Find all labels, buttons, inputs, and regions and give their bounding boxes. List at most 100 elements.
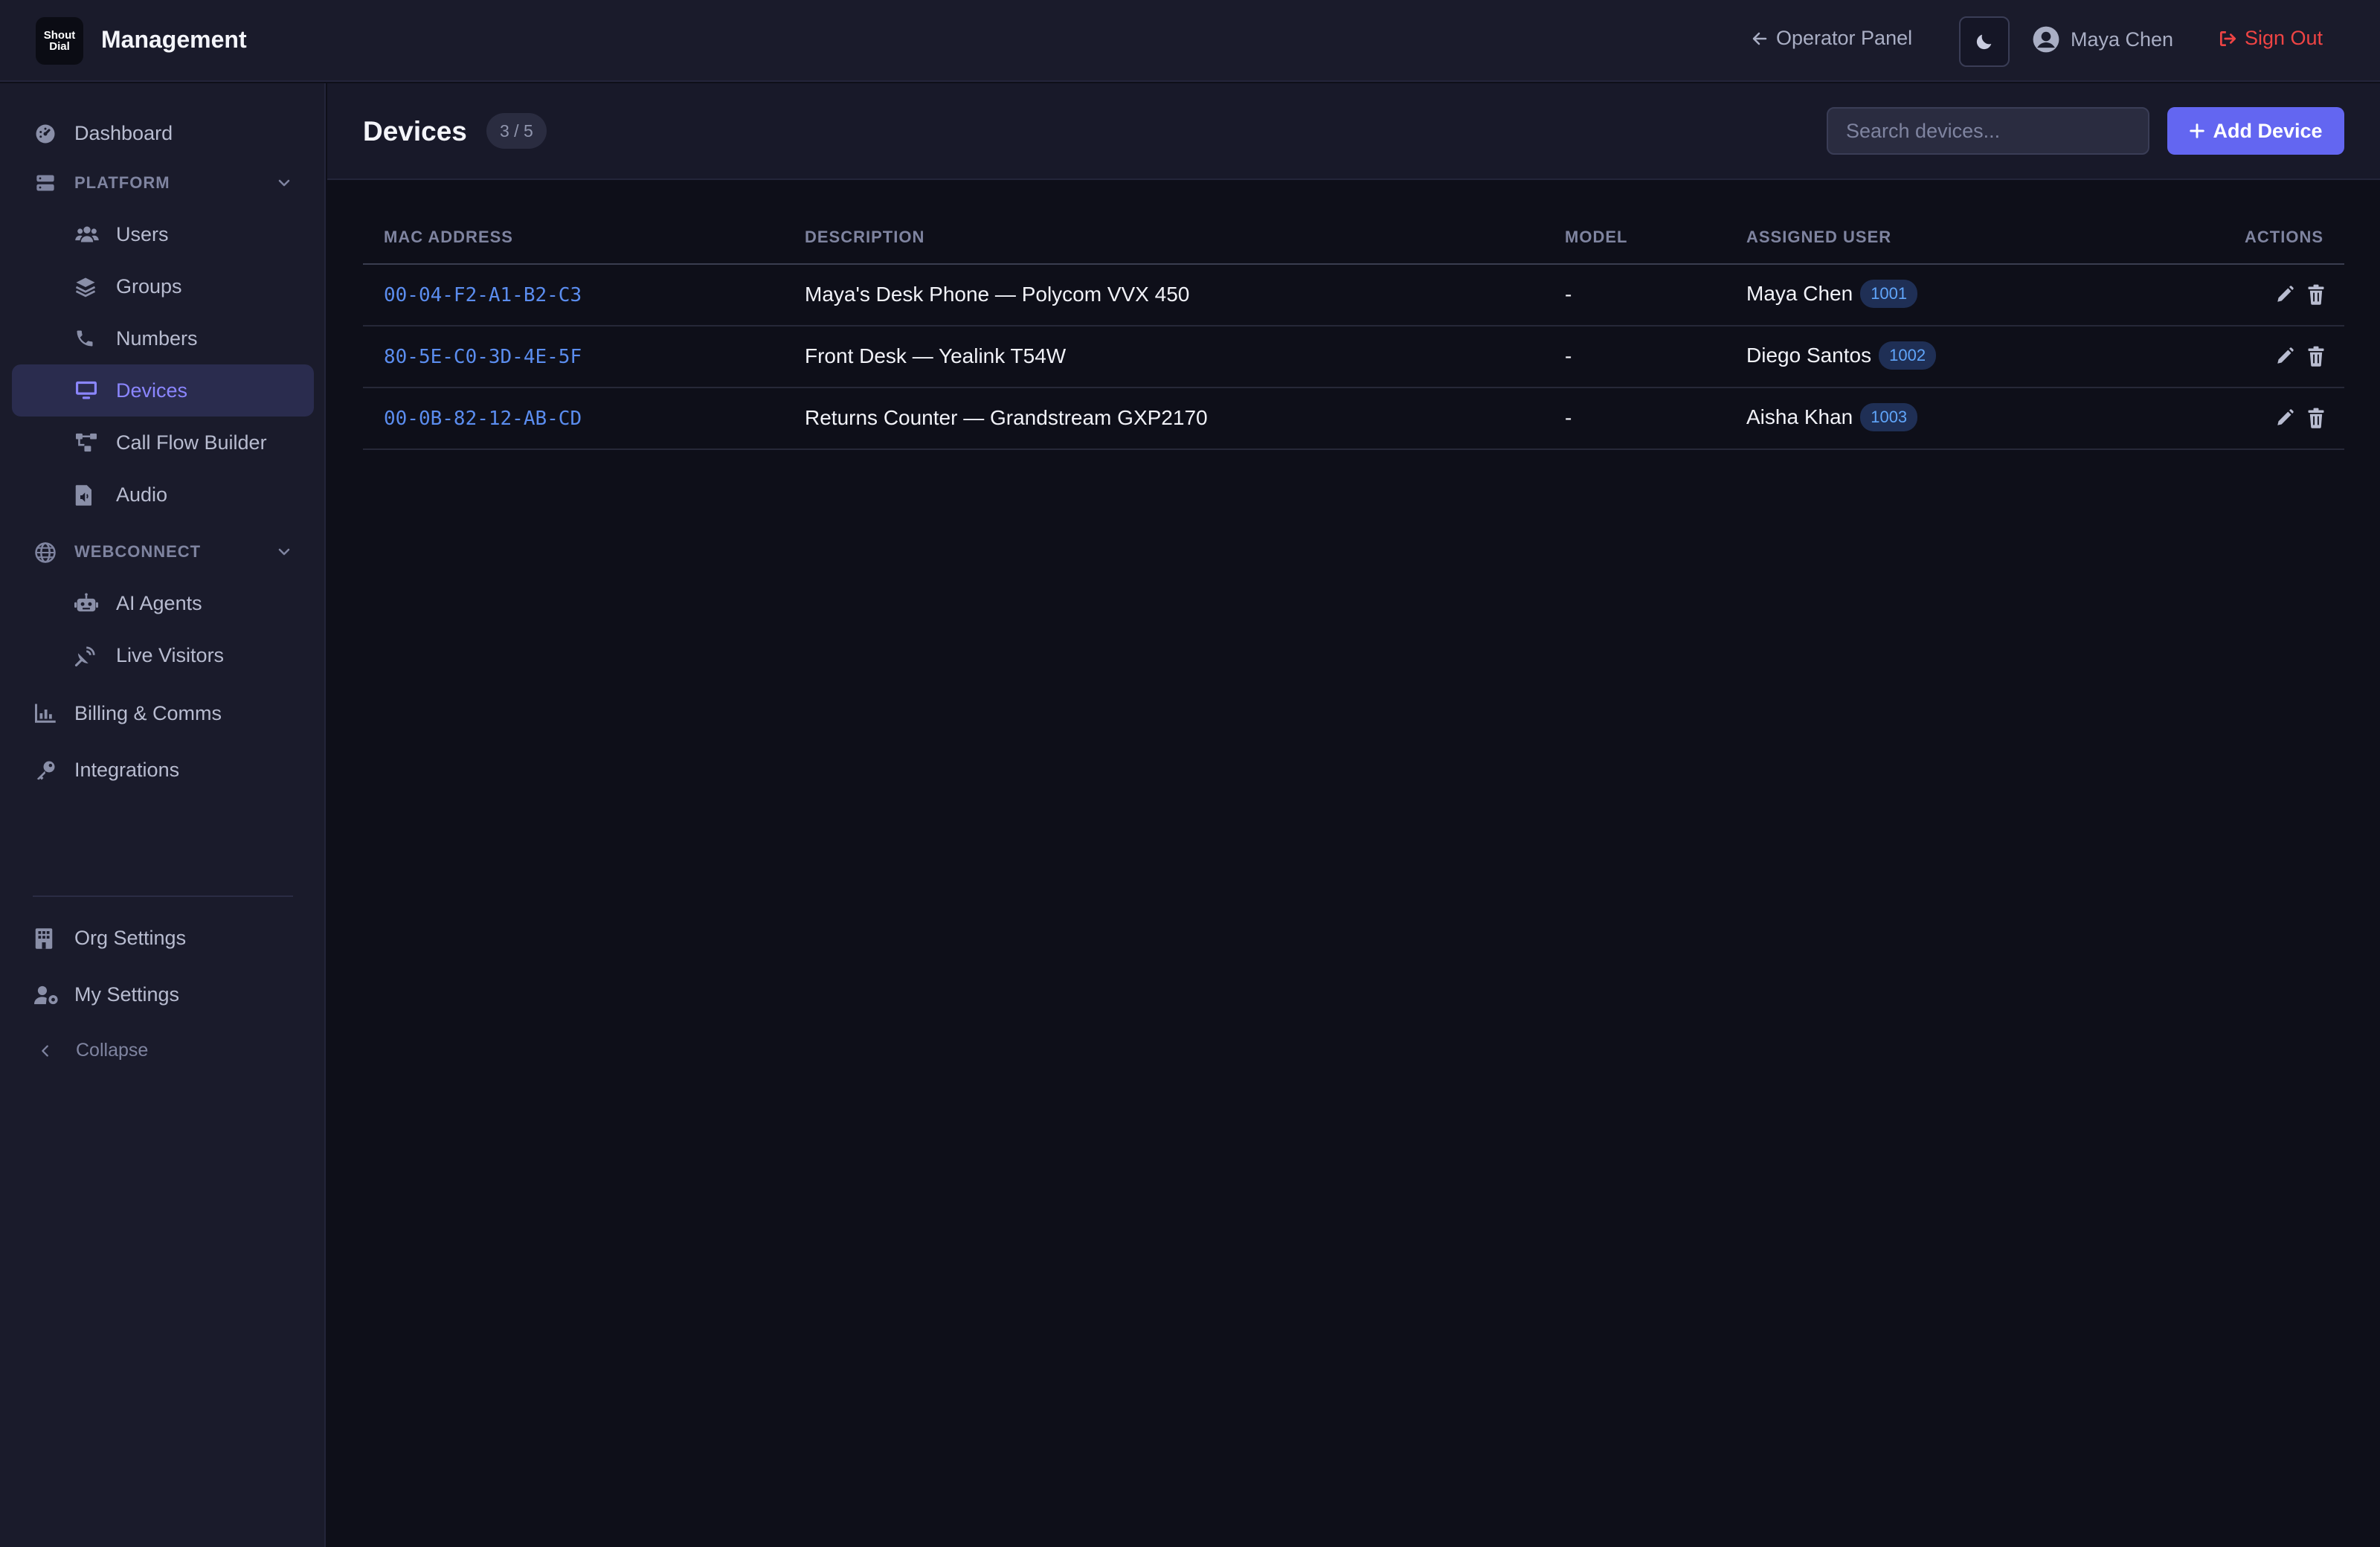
sidebar-item-label: Groups (116, 274, 182, 298)
section-label: WEBCONNECT (74, 542, 202, 561)
sidebar-item-label: Call Flow Builder (116, 431, 267, 454)
sign-out-icon (2218, 29, 2237, 48)
chevron-down-icon (275, 174, 293, 192)
section-platform[interactable]: PLATFORM (12, 162, 314, 204)
trash-icon (2307, 284, 2325, 305)
device-description: Returns Counter — Grandstream GXP2170 (805, 406, 1208, 429)
sidebar-item-label: My Settings (74, 982, 180, 1006)
table-row: 80-5E-C0-3D-4E-5F Front Desk — Yealink T… (363, 327, 2344, 388)
sidebar-item-label: Live Visitors (116, 643, 225, 666)
pencil-icon (2275, 408, 2294, 428)
collapse-label: Collapse (76, 1040, 149, 1061)
add-device-button[interactable]: Add Device (2167, 107, 2344, 155)
sidebar-item-integrations[interactable]: Integrations (12, 744, 314, 796)
table-row: 00-04-F2-A1-B2-C3 Maya's Desk Phone — Po… (363, 265, 2344, 327)
chevron-left-icon (37, 1042, 54, 1060)
trash-icon (2307, 346, 2325, 367)
column-header-assigned-user[interactable]: ASSIGNED USER (1746, 228, 1891, 247)
collapse-sidebar-button[interactable]: Collapse (37, 1040, 148, 1061)
sidebar-divider (33, 895, 293, 897)
add-device-label: Add Device (2213, 119, 2323, 142)
chevron-down-icon (275, 543, 293, 561)
sign-out-button[interactable]: Sign Out (2218, 27, 2323, 50)
users-icon (74, 224, 99, 245)
key-icon (34, 759, 57, 780)
audio-file-icon (74, 484, 97, 506)
user-avatar-icon (2032, 25, 2060, 54)
mac-address-link[interactable]: 00-04-F2-A1-B2-C3 (384, 284, 582, 306)
top-bar: Shout Dial Management Operator Panel May… (0, 0, 2380, 82)
sidebar-item-devices[interactable]: Devices (12, 364, 314, 416)
assigned-user-name: Diego Santos (1746, 344, 1872, 367)
phone-icon (74, 328, 97, 349)
section-label: PLATFORM (74, 173, 170, 192)
page-title: Devices (363, 116, 467, 147)
sidebar-item-live-visitors[interactable]: Live Visitors (12, 629, 314, 681)
plus-icon (2189, 123, 2205, 139)
robot-icon (74, 593, 98, 614)
search-input[interactable] (1827, 107, 2149, 155)
user-name: Maya Chen (2071, 28, 2174, 51)
extension-badge: 1003 (1860, 403, 1918, 431)
sidebar-item-org-settings[interactable]: Org Settings (12, 912, 314, 964)
sidebar-item-label: Devices (116, 379, 188, 402)
monitor-icon (74, 380, 97, 401)
page-header: Devices 3 / 5 Add Device (327, 83, 2380, 180)
delete-button[interactable] (2306, 406, 2326, 430)
delete-button[interactable] (2306, 344, 2326, 368)
sidebar-item-label: Users (116, 222, 169, 245)
sidebar-item-audio[interactable]: Audio (12, 469, 314, 521)
extension-badge: 1001 (1860, 280, 1918, 308)
column-header-model[interactable]: MODEL (1565, 228, 1627, 247)
globe-icon (34, 541, 57, 563)
assigned-user: Diego Santos 1002 (1746, 341, 1937, 370)
pencil-icon (2275, 285, 2294, 304)
delete-button[interactable] (2306, 283, 2326, 306)
sidebar-item-numbers[interactable]: Numbers (12, 312, 314, 364)
edit-button[interactable] (2274, 406, 2295, 430)
theme-toggle-button[interactable] (1959, 16, 2010, 67)
edit-button[interactable] (2274, 344, 2295, 368)
app-title: Management (101, 26, 247, 53)
sidebar-item-billing[interactable]: Billing & Comms (12, 687, 314, 739)
user-menu[interactable]: Maya Chen (2032, 25, 2173, 54)
user-gear-icon (34, 984, 58, 1005)
sidebar-item-groups[interactable]: Groups (12, 260, 314, 312)
assigned-user: Aisha Khan 1003 (1746, 403, 1918, 431)
extension-badge: 1002 (1879, 341, 1937, 370)
section-webconnect[interactable]: WEBCONNECT (12, 531, 314, 573)
sign-out-label: Sign Out (2245, 27, 2323, 49)
sidebar-item-my-settings[interactable]: My Settings (12, 968, 314, 1020)
column-header-description[interactable]: DESCRIPTION (805, 228, 924, 247)
sidebar-item-call-flow-builder[interactable]: Call Flow Builder (12, 416, 314, 469)
arrow-left-icon (1751, 30, 1769, 48)
assigned-user-name: Maya Chen (1746, 282, 1853, 305)
assigned-user: Maya Chen 1001 (1746, 280, 1918, 308)
sidebar-item-users[interactable]: Users (12, 208, 314, 260)
app-logo[interactable]: Shout Dial (36, 17, 83, 65)
sidebar-item-dashboard[interactable]: Dashboard (12, 107, 314, 159)
devices-table: MAC ADDRESS DESCRIPTION MODEL ASSIGNED U… (363, 210, 2344, 450)
logo-line-2: Dial (49, 40, 70, 53)
sidebar-item-ai-agents[interactable]: AI Agents (12, 577, 314, 629)
device-model: - (1565, 344, 1572, 367)
row-actions (2274, 344, 2326, 368)
mac-address-link[interactable]: 80-5E-C0-3D-4E-5F (384, 346, 582, 368)
moon-icon (1974, 31, 1995, 52)
sidebar-item-label: Integrations (74, 758, 180, 781)
device-description: Front Desk — Yealink T54W (805, 344, 1067, 367)
mac-address-link[interactable]: 00-0B-82-12-AB-CD (384, 408, 582, 430)
satellite-dish-icon (74, 645, 97, 667)
column-header-mac[interactable]: MAC ADDRESS (384, 228, 513, 247)
bar-chart-icon (34, 703, 57, 724)
sidebar: Dashboard PLATFORM Users Groups Numbers … (0, 83, 326, 1547)
sidebar-item-label: Org Settings (74, 926, 187, 949)
edit-button[interactable] (2274, 283, 2295, 306)
operator-panel-link[interactable]: Operator Panel (1751, 27, 1912, 50)
row-actions (2274, 283, 2326, 306)
sidebar-item-label: AI Agents (116, 591, 202, 614)
operator-panel-label: Operator Panel (1776, 27, 1913, 49)
sidebar-item-label: Audio (116, 483, 168, 506)
flow-diagram-icon (74, 432, 97, 453)
sidebar-item-label: Dashboard (74, 121, 173, 144)
